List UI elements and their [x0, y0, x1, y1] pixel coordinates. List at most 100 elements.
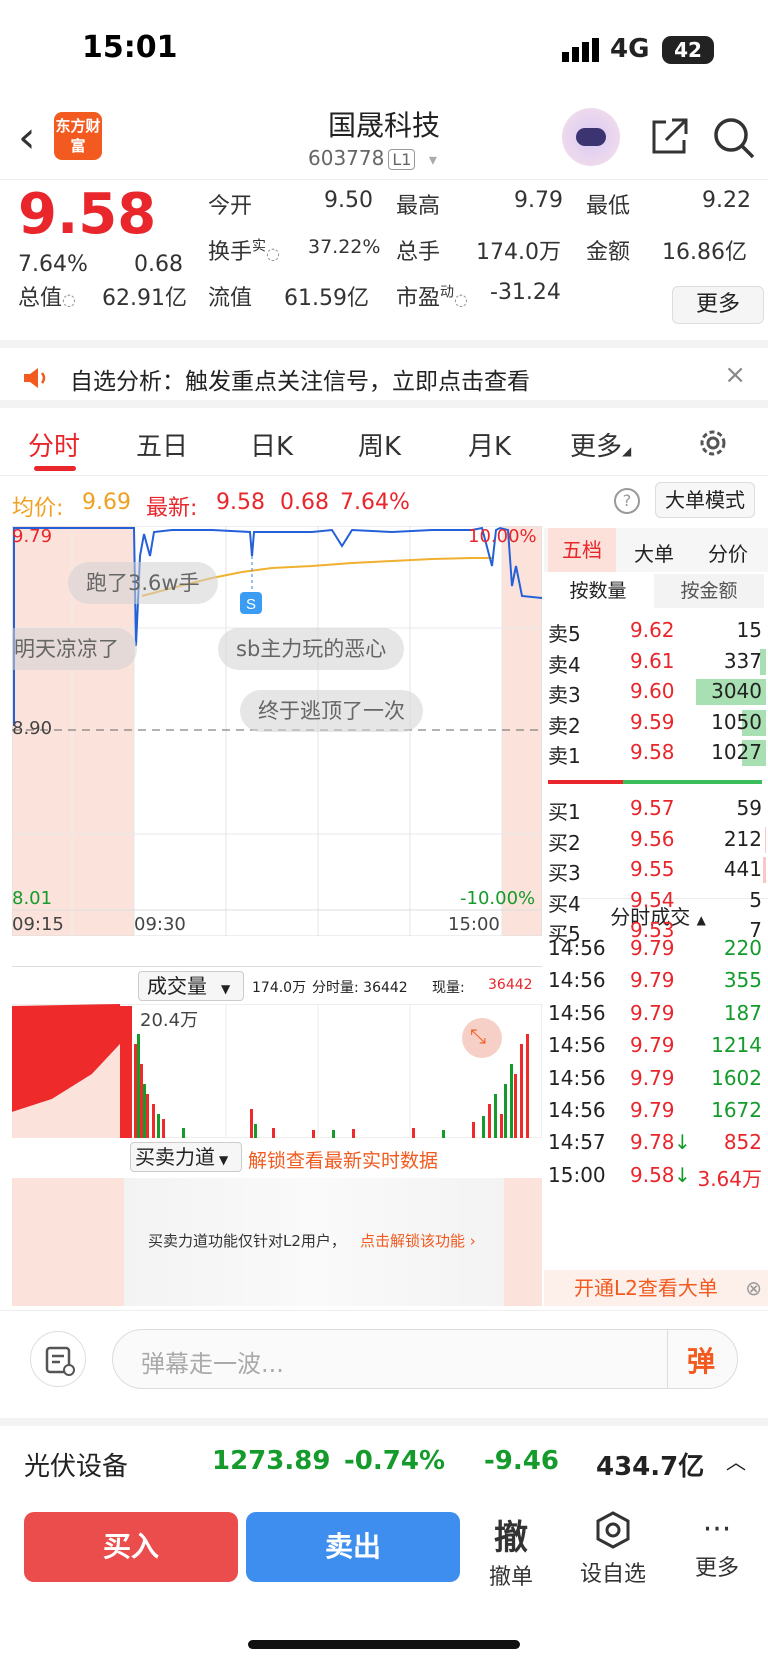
chart-tabs: 分时 五日 日K 周K 月K 更多◢ [0, 412, 768, 476]
unlock-button[interactable]: 点击解锁该功能 › [360, 1230, 476, 1251]
level-volume: 1050 [711, 709, 762, 734]
ask-row[interactable]: 卖3 9.60 3040 [548, 677, 768, 707]
danmu-placeholder: 弹幕走一波... [141, 1350, 284, 1378]
trade-tick: 14:57 9.78 ↓ 852 [548, 1128, 768, 1158]
danmu-comment: sb主力玩的恶心 [218, 628, 405, 670]
order-book: 五档 大单 分价 按数量 按金额 分时成交 ▲ 开通L2查看大单 ⊗ 卖5 9.62… [544, 528, 768, 1306]
float-label: 流值 [208, 286, 253, 311]
battery-icon: 42 [662, 36, 714, 64]
volume-header: 成交量 ▼ 174.0万 分时量: 36442 现量: 36442 [12, 966, 542, 1002]
tick-price: 9.79 [630, 1000, 675, 1025]
danmu-comment: 跑了3.6w手 [68, 562, 218, 604]
close-icon[interactable]: ⊗ [745, 1270, 762, 1306]
settings-gear-icon[interactable] [696, 426, 730, 460]
tab-by-amount[interactable]: 按金额 [654, 574, 764, 608]
tick-volume: 1214 [711, 1033, 762, 1058]
bid-row[interactable]: 买3 9.55 441 [548, 855, 768, 885]
volume-value: 174.0万 [476, 240, 561, 265]
level-price: 9.61 [630, 648, 675, 673]
tick-time: 14:56 [548, 1033, 606, 1058]
close-icon[interactable]: × [724, 360, 746, 390]
level-price: 9.56 [630, 826, 675, 851]
tab-weekly-k[interactable]: 周K [358, 426, 401, 463]
volume-label: 总手 [396, 240, 441, 265]
high-label: 最高 [396, 194, 441, 219]
chevron-up-icon[interactable]: ︿ [726, 1446, 746, 1475]
volume-now-label: 现量: [432, 980, 465, 996]
speaker-icon [24, 368, 46, 388]
bid-row[interactable]: 买4 9.54 5 [548, 886, 768, 916]
danmu-input[interactable]: 弹幕走一波... 弹 [112, 1329, 738, 1389]
more-quote-button[interactable]: 更多 [672, 286, 764, 324]
more-dots-icon: ··· [702, 1512, 732, 1547]
ask-row[interactable]: 卖2 9.59 1050 [548, 708, 768, 738]
tab-five-levels[interactable]: 五档 [548, 528, 616, 572]
tick-time: 14:56 [548, 968, 606, 993]
tick-direction-icon: ↓ [674, 1162, 691, 1187]
level-volume: 337 [723, 648, 762, 673]
low-value: 9.22 [702, 188, 751, 213]
open-l2-banner[interactable]: 开通L2查看大单 ⊗ [544, 1270, 768, 1306]
ask-row[interactable]: 卖4 9.61 337 [548, 647, 768, 677]
big-order-mode-button[interactable]: 大单模式 [655, 482, 755, 518]
tick-price: 9.79 [630, 1065, 675, 1090]
help-icon[interactable]: ? [614, 488, 640, 514]
danmu-bar: 弹幕走一波... 弹 [0, 1310, 768, 1406]
level-volume: 5 [749, 887, 762, 912]
ask-row[interactable]: 卖5 9.62 15 [548, 616, 768, 646]
last-label: 最新: [146, 496, 198, 521]
sector-change: -9.46 [484, 1446, 559, 1476]
sector-bar[interactable]: 光伏设备 1273.89 -0.74% -9.46 434.7亿 ︿ [0, 1418, 768, 1498]
danmu-send-button[interactable]: 弹 [687, 1340, 715, 1380]
banner-text: 自选分析：触发重点关注信号，立即点击查看 [70, 369, 530, 395]
high-value: 9.79 [514, 188, 563, 213]
add-favorite-button[interactable]: 设自选 [578, 1510, 648, 1588]
bid-row[interactable]: 买1 9.57 59 [548, 794, 768, 824]
danmu-comment: 终于逃顶了一次 [240, 690, 423, 732]
share-icon[interactable] [648, 116, 690, 158]
tick-price: 9.79 [630, 1098, 675, 1122]
ask-row[interactable]: 卖1 9.58 1027 [548, 738, 768, 768]
analysis-banner[interactable]: 自选分析：触发重点关注信号，立即点击查看 × [0, 340, 768, 408]
stock-code[interactable]: 603778 L1 ▾ [308, 146, 440, 170]
tab-more[interactable]: 更多◢ [570, 426, 631, 463]
tab-intraday[interactable]: 分时 [28, 426, 80, 463]
sell-button[interactable]: 卖出 [246, 1512, 460, 1582]
bid-row[interactable]: 买2 9.56 212 [548, 825, 768, 855]
power-notice: 买卖力道功能仅针对L2用户， [148, 1232, 346, 1250]
trade-tick: 15:00 9.58 ↓ 3.64万 [548, 1161, 768, 1191]
buy-button[interactable]: 买入 [24, 1512, 238, 1582]
power-panel: 买卖力道功能仅针对L2用户， 点击解锁该功能 › [12, 1178, 542, 1306]
tab-five-day[interactable]: 五日 [136, 426, 188, 463]
float-value: 61.59亿 [284, 286, 369, 311]
volume-indicator-dropdown[interactable]: 成交量 ▼ [138, 971, 244, 1001]
tab-daily-k[interactable]: 日K [250, 426, 293, 463]
stock-header: ‹ 东方财富 国晟科技 603778 L1 ▾ [0, 100, 768, 180]
assistant-avatar-icon[interactable] [562, 108, 620, 166]
cancel-order-button[interactable]: 撤撤单 [476, 1510, 546, 1591]
tick-price: 9.58 [630, 1162, 675, 1187]
tick-price: 9.79 [630, 1033, 675, 1058]
last-pct: 7.64% [340, 490, 410, 515]
intraday-chart[interactable]: S 9.79 8.90 8.01 10.00% -10.00% 09:15 09… [12, 526, 542, 936]
tick-time: 14:56 [548, 1098, 606, 1122]
power-indicator-dropdown[interactable]: 买卖力道 ▼ [130, 1142, 242, 1172]
tick-time: 14:56 [548, 1000, 606, 1025]
status-bar: 15:01 4G 42 [0, 0, 768, 100]
expand-icon[interactable]: ⤡ [470, 1024, 486, 1048]
danmu-list-icon[interactable] [30, 1331, 86, 1387]
unlock-realtime-link[interactable]: 解锁查看最新实时数据 [248, 1146, 438, 1173]
trade-tick: 14:56 9.79 187 [548, 999, 768, 1029]
level-badge: L1 [388, 149, 416, 170]
more-button[interactable]: ··· 更多 [682, 1510, 752, 1582]
tick-time: 15:00 [548, 1162, 606, 1187]
tab-monthly-k[interactable]: 月K [468, 426, 511, 463]
price-summary-line: 均价: 9.69 最新: 9.58 0.68 7.64% ? 大单模式 [0, 482, 768, 521]
tab-by-quantity[interactable]: 按数量 [548, 574, 648, 608]
tab-price-dist[interactable]: 分价 [708, 538, 748, 567]
tab-big-order[interactable]: 大单 [634, 538, 674, 567]
trade-tick: 14:56 9.79 1672 [548, 1096, 768, 1126]
volume-chart[interactable]: 20.4万 ⤡ [12, 1004, 542, 1138]
search-icon[interactable] [712, 116, 756, 160]
trade-tick: 14:56 9.79 220 [548, 934, 768, 964]
